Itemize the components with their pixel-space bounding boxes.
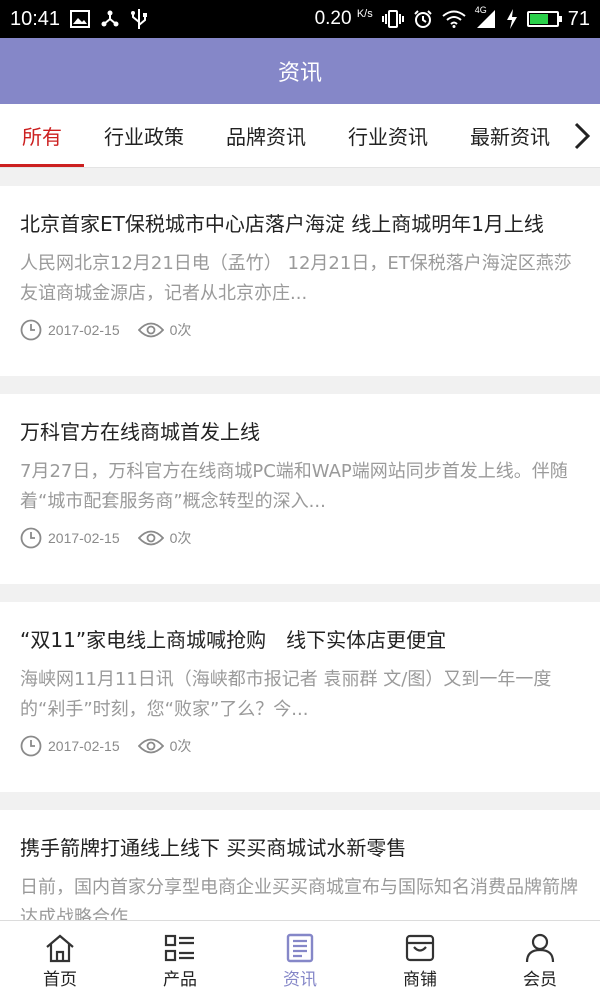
vibrate-icon <box>381 9 404 29</box>
news-views: 0次 <box>169 530 192 546</box>
nav-label: 商铺 <box>403 970 437 990</box>
nav-home[interactable]: 首页 <box>0 921 120 1000</box>
news-summary: 日前，国内首家分享型电商企业买买商城宣布与国际知名消费品牌箭牌达成战略合作... <box>20 877 578 920</box>
user-icon <box>525 931 555 965</box>
news-meta: 2017-02-15 0次 <box>20 527 580 549</box>
eye-icon <box>137 321 164 339</box>
page-header: 资讯 <box>0 38 600 104</box>
status-time: 10:41 <box>10 7 61 30</box>
usb-icon <box>130 8 148 30</box>
news-card[interactable]: 北京首家ET保税城市中心店落户海淀 线上商城明年1月上线 人民网北京12月21日… <box>0 186 600 376</box>
eye-icon <box>137 529 164 547</box>
news-views: 0次 <box>169 322 192 338</box>
news-summary: 海峡网11月11日讯（海峡都市报记者 袁丽群 文/图）又到一年一度的“剁手”时刻… <box>20 669 552 720</box>
status-bar: 10:41 0.20 K/s 4G 71 <box>0 0 600 38</box>
news-date: 2017-02-15 <box>48 738 120 754</box>
wifi-icon <box>442 10 466 28</box>
clock-icon <box>20 735 42 757</box>
category-tabs: 所有 行业政策 品牌资讯 行业资讯 最新资讯 <box>0 104 600 168</box>
news-meta: 2017-02-15 0次 <box>20 735 580 757</box>
chevron-right-icon <box>574 122 591 150</box>
news-title: 携手箭牌打通线上线下 买买商城试水新零售 <box>20 836 407 860</box>
tab-industry-news[interactable]: 行业资讯 <box>328 104 450 167</box>
news-title: 北京首家ET保税城市中心店落户海淀 线上商城明年1月上线 <box>20 212 544 236</box>
battery-level: 71 <box>567 7 590 30</box>
nav-member[interactable]: 会员 <box>480 921 600 1000</box>
shop-icon <box>404 931 436 965</box>
news-title: 万科官方在线商城首发上线 <box>20 420 260 444</box>
tab-brand-news[interactable]: 品牌资讯 <box>206 104 328 167</box>
nav-label: 会员 <box>523 970 557 990</box>
nav-label: 资讯 <box>283 970 317 990</box>
page-title: 资讯 <box>277 61 322 86</box>
tab-latest-news[interactable]: 最新资讯 <box>450 104 572 167</box>
news-summary: 7月27日，万科官方在线商城PC端和WAP端网站同步首发上线。伴随着“城市配套服… <box>20 461 568 512</box>
news-card[interactable]: “双11”家电线上商城喊抢购 线下实体店更便宜 海峡网11月11日讯（海峡都市报… <box>0 602 600 792</box>
news-date: 2017-02-15 <box>48 322 120 338</box>
nav-news[interactable]: 资讯 <box>240 921 360 1000</box>
network-speed: 0.20 K/s <box>314 8 373 29</box>
nav-label: 产品 <box>163 970 197 990</box>
news-views: 0次 <box>169 738 192 754</box>
news-title: “双11”家电线上商城喊抢购 线下实体店更便宜 <box>20 628 447 652</box>
clock-icon <box>20 527 42 549</box>
tabs-next-button[interactable] <box>564 104 600 167</box>
eye-icon <box>137 737 164 755</box>
tab-industry-policy[interactable]: 行业政策 <box>84 104 206 167</box>
news-summary: 人民网北京12月21日电（孟竹） 12月21日，ET保税落户海淀区燕莎友谊商城金… <box>20 253 572 304</box>
battery-icon <box>526 11 562 27</box>
charging-icon <box>506 9 518 29</box>
clock-icon <box>20 319 42 341</box>
image-icon <box>70 10 91 28</box>
news-meta: 2017-02-15 0次 <box>20 319 580 341</box>
news-icon <box>285 931 315 965</box>
nav-shop[interactable]: 商铺 <box>360 921 480 1000</box>
news-feed[interactable]: 北京首家ET保税城市中心店落户海淀 线上商城明年1月上线 人民网北京12月21日… <box>0 168 600 920</box>
alarm-icon <box>413 9 433 29</box>
nav-label: 首页 <box>43 970 77 990</box>
news-card[interactable]: 携手箭牌打通线上线下 买买商城试水新零售 日前，国内首家分享型电商企业买买商城宣… <box>0 810 600 920</box>
tab-all[interactable]: 所有 <box>0 104 84 167</box>
signal-icon: 4G <box>475 5 497 29</box>
home-icon <box>44 931 76 965</box>
share-icon <box>100 9 120 29</box>
nav-products[interactable]: 产品 <box>120 921 240 1000</box>
product-list-icon <box>164 931 196 965</box>
news-date: 2017-02-15 <box>48 530 120 546</box>
news-card[interactable]: 万科官方在线商城首发上线 7月27日，万科官方在线商城PC端和WAP端网站同步首… <box>0 394 600 584</box>
bottom-nav: 首页 产品 资讯 商铺 会员 <box>0 920 600 1000</box>
